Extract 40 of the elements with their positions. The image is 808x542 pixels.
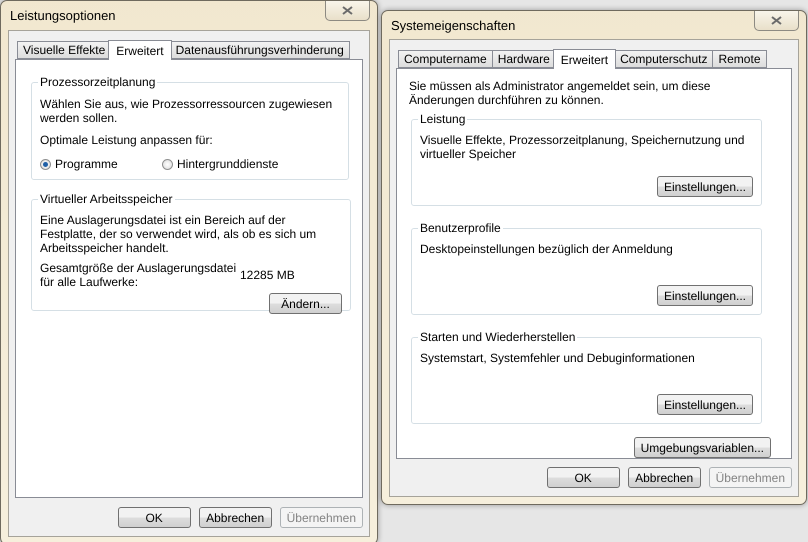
- prompt-text: Optimale Leistung anpassen für:: [40, 133, 214, 147]
- group-title: Starten und Wiederherstellen: [418, 330, 578, 344]
- group-title: Leistung: [418, 112, 468, 126]
- close-button[interactable]: [754, 11, 799, 31]
- settings-button[interactable]: Einstellungen...: [656, 176, 753, 197]
- description-text: Visuelle Effekte, Prozessorzeitplanung, Speichernutzung und virtueller Speicher: [420, 133, 746, 161]
- close-icon: [342, 6, 353, 15]
- dialog-button[interactable]: Abbrechen: [628, 467, 701, 488]
- group-title: Benutzerprofile: [418, 221, 503, 235]
- total-size-value: 12285 MB: [240, 268, 295, 282]
- change-button[interactable]: Ändern...: [269, 293, 342, 314]
- description-text: Eine Auslagerungsdatei ist ein Bereich auf der Festplatte, der so verwendet wird, als ob es sich um Arbeitsspeicher handelt.: [40, 213, 318, 255]
- tab[interactable]: Erweitert: [108, 40, 172, 60]
- dialog-button[interactable]: Abbrechen: [198, 507, 272, 528]
- settings-button[interactable]: Einstellungen...: [656, 394, 753, 415]
- tab[interactable]: Hardware: [492, 50, 556, 68]
- radio-button[interactable]: [162, 158, 173, 170]
- settings-button[interactable]: Einstellungen...: [656, 285, 753, 306]
- dialog-button[interactable]: OK: [546, 467, 620, 488]
- tab[interactable]: Erweitert: [552, 49, 616, 69]
- close-icon: [771, 16, 782, 25]
- environment-variables-button[interactable]: Umgebungsvariablen...: [634, 437, 771, 458]
- radio-option[interactable]: Hintergrunddienste: [162, 157, 284, 171]
- tab[interactable]: Computerschutz: [614, 50, 714, 68]
- group-title: Virtueller Arbeitsspeicher: [38, 192, 175, 206]
- radio-button[interactable]: [40, 158, 51, 170]
- notice-text: Sie müssen als Administrator angemeldet sein, um diese Änderungen durchführen zu können.: [409, 79, 712, 107]
- tab[interactable]: Datenausführungsverhinderung: [170, 41, 350, 59]
- tab[interactable]: Remote: [712, 50, 766, 68]
- tab[interactable]: Computername: [398, 50, 493, 68]
- window-title: Systemeigenschaften: [390, 18, 516, 32]
- description-text: Wählen Sie aus, wie Prozessorressourcen zugewiesen werden sollen.: [40, 97, 334, 125]
- description-text: Desktopeinstellungen bezüglich der Anmeldung: [420, 242, 674, 256]
- dialog-button[interactable]: OK: [118, 507, 191, 528]
- description-text: Systemstart, Systemfehler und Debuginformationen: [420, 351, 696, 365]
- window-title: Leistungsoptionen: [9, 8, 116, 23]
- radio-option[interactable]: Programme: [40, 157, 162, 171]
- group-title: Prozessorzeitplanung: [38, 75, 158, 89]
- close-button[interactable]: [325, 1, 370, 21]
- total-size-label: Gesamtgröße der Auslagerungsdatei für alle Laufwerke:: [40, 261, 238, 289]
